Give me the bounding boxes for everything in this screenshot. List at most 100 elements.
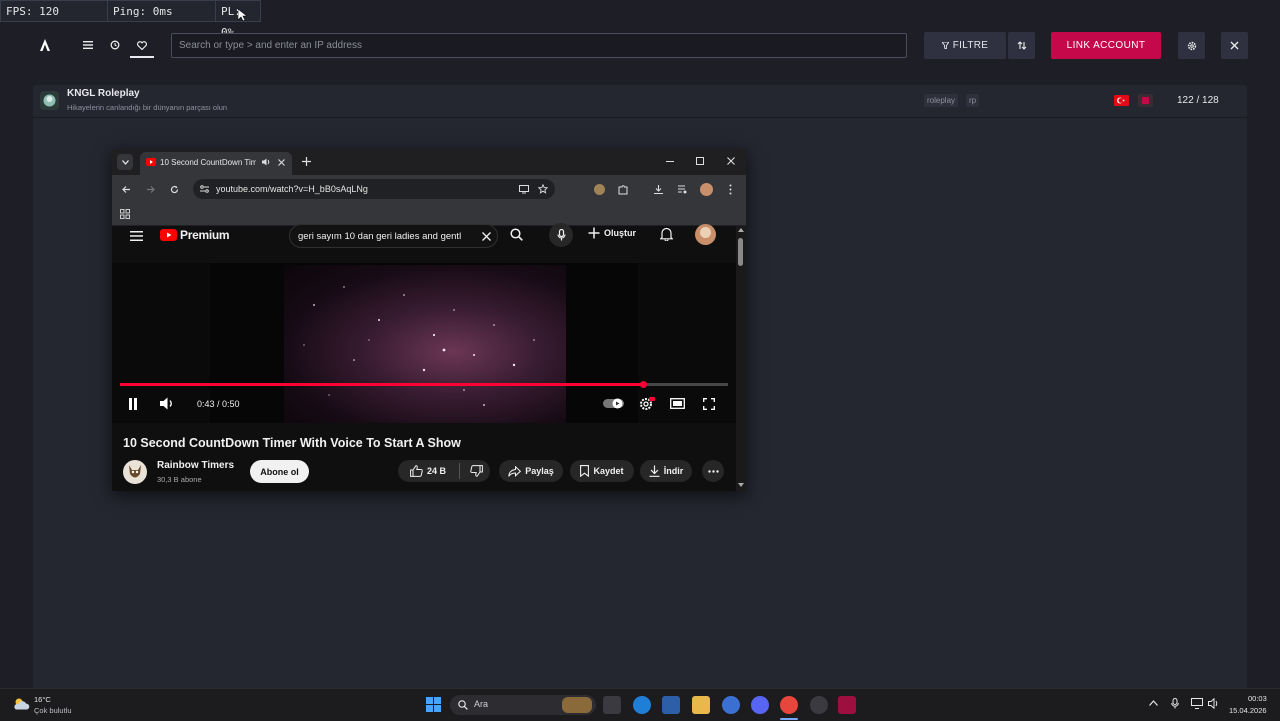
favorites-icon[interactable]	[134, 37, 150, 53]
youtube-logo[interactable]: Premium	[160, 228, 230, 242]
altv-launcher-icon[interactable]	[838, 696, 856, 714]
tab-close-icon[interactable]	[278, 159, 285, 166]
sort-icon	[1017, 41, 1027, 50]
close-button[interactable]	[1221, 32, 1248, 59]
clock-time[interactable]: 00:03	[1248, 694, 1267, 703]
filter-label: FILTRE	[952, 40, 989, 51]
volume-icon[interactable]	[160, 397, 175, 410]
clear-search-icon[interactable]	[482, 232, 491, 241]
youtube-favicon-icon	[146, 158, 156, 166]
weather-cloud-icon[interactable]	[12, 697, 30, 710]
subscribe-button[interactable]: Abone ol	[250, 460, 309, 483]
fullscreen-icon[interactable]	[703, 398, 715, 410]
windows-start-icon[interactable]	[426, 697, 441, 712]
audio-playing-icon[interactable]	[262, 158, 271, 166]
user-avatar[interactable]	[695, 224, 716, 245]
player-count: 122 / 128	[1177, 95, 1219, 106]
video-player[interactable]: 0:43 / 0:50	[112, 263, 736, 423]
weather-temperature[interactable]: 16°C	[34, 695, 51, 704]
tray-network-icon[interactable]	[1191, 698, 1203, 709]
server-tag: roleplay	[924, 94, 959, 107]
reload-icon[interactable]	[170, 185, 179, 194]
edge-browser-icon[interactable]	[633, 696, 651, 714]
maximize-icon[interactable]	[696, 157, 704, 165]
chevron-down-icon	[121, 159, 129, 165]
voice-search-button[interactable]	[549, 223, 573, 247]
channel-avatar[interactable]	[123, 460, 147, 484]
sort-button[interactable]	[1008, 32, 1035, 59]
gear-icon	[1187, 41, 1197, 51]
video-scrubber[interactable]	[639, 381, 647, 388]
chrome-icon[interactable]	[780, 696, 798, 714]
video-content	[284, 265, 566, 423]
youtube-search-icon[interactable]	[510, 228, 523, 241]
new-tab-icon[interactable]	[302, 157, 311, 166]
back-icon[interactable]	[122, 185, 131, 194]
youtube-logo-text: Premium	[180, 228, 230, 242]
notifications-bell-icon[interactable]	[660, 227, 673, 241]
server-search-input[interactable]: Search or type > and enter an IP address	[171, 33, 907, 58]
more-vertical-icon[interactable]	[729, 184, 732, 195]
filter-button[interactable]: FILTRE	[924, 32, 1006, 59]
scroll-down-icon[interactable]	[738, 483, 744, 487]
create-button[interactable]: Oluştur	[588, 227, 636, 239]
app-logo-icon[interactable]	[36, 36, 54, 54]
bookmark-star-icon[interactable]	[538, 184, 548, 194]
profile-avatar[interactable]	[700, 183, 713, 196]
scrollbar-thumb[interactable]	[738, 238, 743, 266]
window-close-icon[interactable]	[727, 157, 735, 165]
extensions-puzzle-icon[interactable]	[618, 184, 629, 195]
discord-icon[interactable]	[751, 696, 769, 714]
download-arrow-icon	[649, 465, 660, 477]
cast-icon[interactable]	[519, 184, 529, 194]
dislike-icon[interactable]	[470, 465, 483, 477]
server-row[interactable]	[33, 85, 1247, 118]
address-bar[interactable]: youtube.com/watch?v=H_bB0sAqLNg	[193, 179, 555, 199]
video-time: 0:43 / 0:50	[197, 399, 240, 409]
tab-search-button[interactable]	[117, 154, 133, 170]
server-description: Hikayelerin canlandığı bir dünyanın parç…	[67, 103, 228, 112]
network-app-icon[interactable]	[722, 696, 740, 714]
tray-volume-icon[interactable]	[1208, 698, 1220, 709]
link-account-button[interactable]: LINK ACCOUNT	[1051, 32, 1161, 59]
youtube-search-input[interactable]: geri sayım 10 dan geri ladies and gentl	[289, 224, 498, 248]
more-actions-button[interactable]	[702, 460, 724, 482]
download-icon[interactable]	[653, 184, 664, 195]
video-progress-bar[interactable]	[120, 381, 728, 388]
channel-name[interactable]: Rainbow Timers	[157, 460, 234, 471]
tray-chevron-up-icon[interactable]	[1149, 700, 1158, 706]
pause-icon[interactable]	[128, 398, 138, 410]
file-explorer-icon[interactable]	[692, 696, 710, 714]
site-info-icon[interactable]	[200, 185, 209, 193]
media-control-icon[interactable]	[677, 184, 688, 195]
hamburger-menu-icon[interactable]	[130, 231, 143, 241]
scroll-up-icon[interactable]	[738, 228, 744, 232]
settings-gear-icon[interactable]	[639, 397, 655, 411]
download-button[interactable]: İndir	[640, 460, 692, 482]
app-icon[interactable]	[810, 696, 828, 714]
history-icon[interactable]	[107, 37, 123, 53]
page-scrollbar[interactable]	[736, 226, 746, 491]
close-icon	[1230, 41, 1239, 50]
taskbar-search-box[interactable]: Ara	[450, 695, 596, 715]
menu-icon[interactable]	[80, 37, 96, 53]
autoplay-toggle-icon[interactable]	[603, 398, 624, 409]
extension-icon[interactable]	[594, 184, 605, 195]
store-icon[interactable]	[662, 696, 680, 714]
share-button[interactable]: Paylaş	[499, 460, 563, 482]
tab-title: 10 Second CountDown Timer	[160, 158, 256, 167]
like-icon[interactable]	[410, 465, 423, 477]
clock-date[interactable]: 15.04.2026	[1229, 706, 1267, 715]
forward-icon[interactable]	[146, 185, 155, 194]
task-view-icon[interactable]	[603, 696, 621, 714]
url-text: youtube.com/watch?v=H_bB0sAqLNg	[216, 184, 368, 194]
weather-condition[interactable]: Çok bulutlu	[34, 706, 72, 715]
more-horizontal-icon	[707, 469, 719, 473]
browser-tab[interactable]: 10 Second CountDown Timer	[140, 152, 292, 175]
theater-mode-icon[interactable]	[670, 398, 685, 409]
minimize-icon[interactable]	[666, 161, 674, 163]
apps-grid-icon[interactable]	[120, 209, 130, 219]
settings-button[interactable]	[1178, 32, 1205, 59]
tray-microphone-icon[interactable]	[1171, 698, 1179, 709]
save-button[interactable]: Kaydet	[570, 460, 634, 482]
